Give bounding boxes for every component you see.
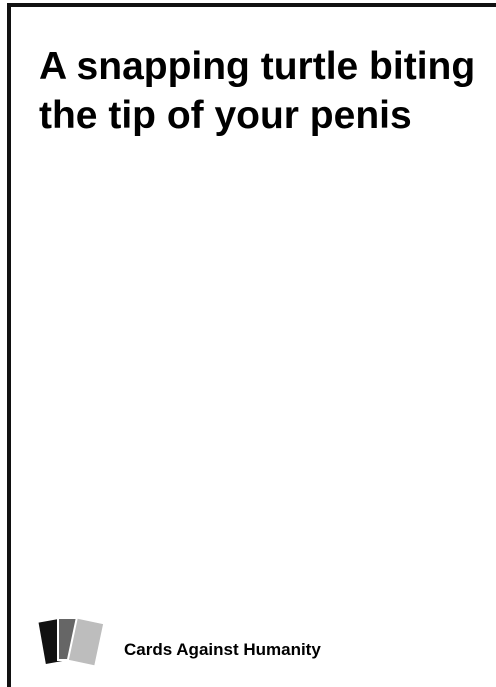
card-top-border (7, 3, 496, 7)
answer-card: A snapping turtle biting the tip of your… (0, 0, 496, 687)
card-left-border (7, 3, 11, 687)
brand-name: Cards Against Humanity (124, 640, 321, 659)
stacked-cards-logo-icon (38, 616, 106, 668)
card-text: A snapping turtle biting the tip of your… (39, 45, 476, 137)
